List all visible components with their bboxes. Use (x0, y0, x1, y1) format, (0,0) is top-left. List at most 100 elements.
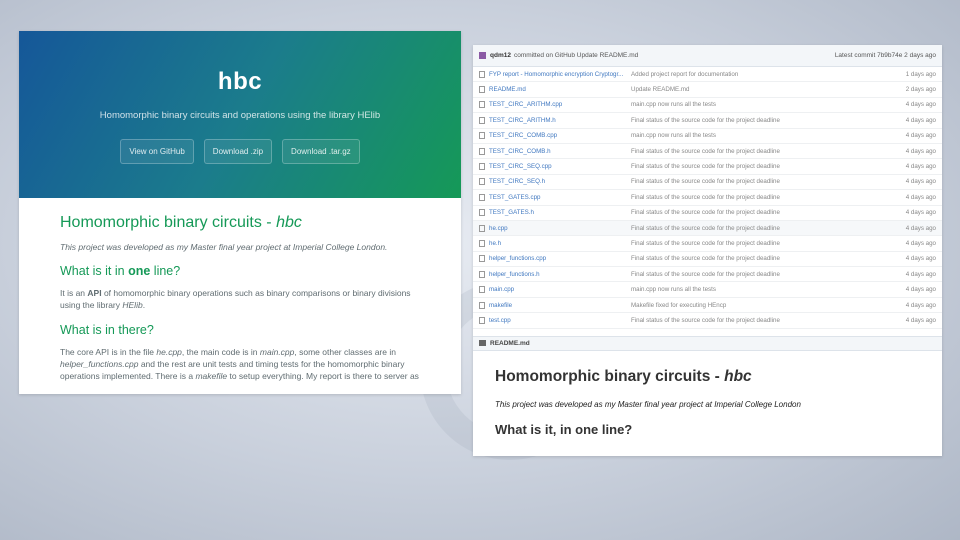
h2-text-end: line? (150, 264, 181, 278)
commit-message-link[interactable]: Update README.md (631, 86, 896, 93)
file-icon (479, 70, 485, 78)
content-heading-text: Homomorphic binary circuits - (60, 214, 277, 231)
commit-age: 4 days ago (905, 163, 936, 171)
repository-screenshot: qdm12 committed on GitHub Update README.… (473, 45, 942, 456)
page-content: Homomorphic binary circuits - hbc This p… (19, 198, 461, 382)
file-row[interactable]: TEST_CIRC_ARITHM.cpp main.cpp now runs al… (473, 98, 942, 114)
file-icon (479, 270, 485, 278)
readme-subheading: What is it, in one line? (495, 422, 920, 437)
latest-commit-info[interactable]: Latest commit 7b9b74e 2 days ago (835, 52, 936, 59)
file-row[interactable]: README.md Update README.md 2 days ago (473, 82, 942, 98)
readme-header: README.md (473, 335, 942, 351)
file-row[interactable]: FYP report - Homomorphic encryption Cryp… (473, 67, 942, 83)
commit-message-link[interactable]: Final status of the source code for the … (631, 194, 896, 201)
book-icon (479, 340, 486, 347)
commit-message-link[interactable]: Final status of the source code for the … (631, 209, 896, 216)
p2-i: to setup everything. My report is there … (227, 371, 419, 381)
header-buttons: View on GitHub Download .zip Download .t… (19, 139, 461, 164)
p1-em: HElib (122, 300, 143, 310)
commit-message-link[interactable]: main.cpp now runs all the tests (631, 286, 896, 293)
download-zip-button[interactable]: Download .zip (203, 139, 273, 164)
readme-subheading-end: line? (598, 421, 633, 437)
commit-message-link[interactable]: Final status of the source code for the … (631, 178, 896, 185)
file-name-link[interactable]: test.cpp (489, 317, 631, 324)
file-name-link[interactable]: TEST_CIRC_SEQ.h (489, 178, 631, 185)
section-heading-one-line: What is it in one line? (60, 264, 420, 278)
commit-message-link[interactable]: Final status of the source code for the … (631, 225, 896, 232)
file-name-link[interactable]: TEST_CIRC_COMB.cpp (489, 132, 631, 139)
file-row[interactable]: he.cpp Final status of the source code fo… (473, 220, 942, 237)
file-icon (479, 193, 485, 201)
commit-age: 1 days ago (905, 70, 936, 78)
file-icon (479, 239, 485, 247)
commit-age: 4 days ago (905, 101, 936, 109)
file-name-link[interactable]: he.cpp (489, 225, 631, 232)
commit-message-link[interactable]: Added project report for documentation (631, 71, 896, 78)
commit-text: committed on GitHub Update README.md (513, 52, 639, 59)
file-name-link[interactable]: helper_functions.cpp (489, 255, 631, 262)
view-on-github-button[interactable]: View on GitHub (120, 139, 194, 164)
file-row[interactable]: helper_functions.cpp Final status of the … (473, 252, 942, 268)
commit-age: 4 days ago (905, 193, 936, 201)
commit-message-link[interactable]: Final status of the source code for the … (631, 117, 896, 124)
file-name-link[interactable]: TEST_CIRC_SEQ.cpp (489, 163, 631, 170)
file-row[interactable]: TEST_CIRC_SEQ.h Final status of the sourc… (473, 175, 942, 191)
file-icon (479, 178, 485, 186)
p2-e: , some other classes are in (294, 347, 396, 357)
commit-message-link[interactable]: Final status of the source code for the … (631, 271, 896, 278)
project-title: hbc (217, 68, 263, 95)
file-name-link[interactable]: TEST_CIRC_ARITHM.h (489, 117, 631, 124)
content-heading: Homomorphic binary circuits - hbc (60, 214, 420, 232)
file-icon (479, 316, 485, 324)
h2-bold: one (128, 264, 151, 278)
commit-message-link[interactable]: Final status of the source code for the … (631, 240, 896, 247)
file-row[interactable]: he.h Final status of the source code for … (473, 236, 942, 252)
file-name-link[interactable]: TEST_GATES.h (489, 209, 631, 216)
readme-subheading-bold: one (575, 421, 599, 437)
p1-bold: API (87, 288, 102, 298)
file-name-link[interactable]: helper_functions.h (489, 271, 631, 278)
commit-age: 2 days ago (905, 86, 936, 94)
commit-author[interactable]: qdm12 (490, 52, 511, 59)
commit-message-link[interactable]: Final status of the source code for the … (631, 255, 896, 262)
file-name-link[interactable]: makefile (489, 302, 631, 309)
file-row[interactable]: TEST_GATES.h Final status of the source c… (473, 206, 942, 221)
p2-b: he.cpp (156, 347, 182, 357)
file-icon (479, 116, 485, 124)
file-row[interactable]: makefile Makefile fixed for executing HEn… (473, 298, 942, 314)
file-row[interactable]: TEST_GATES.cpp Final status of the source… (473, 190, 942, 206)
content-intro: This project was developed as my Master … (60, 242, 388, 252)
file-icon (479, 101, 485, 109)
file-name-link[interactable]: TEST_CIRC_ARITHM.cpp (489, 101, 631, 108)
commit-message-link[interactable]: main.cpp now runs all the tests (631, 101, 896, 108)
commit-age: 4 days ago (905, 209, 936, 217)
commit-age: 4 days ago (905, 270, 936, 278)
file-name-link[interactable]: he.h (489, 240, 631, 247)
content-heading-em: hbc (276, 214, 302, 231)
file-row[interactable]: test.cpp Final status of the source code … (473, 313, 942, 329)
file-name-link[interactable]: FYP report - Homomorphic encryption Cryp… (489, 71, 631, 78)
file-name-link[interactable]: TEST_CIRC_COMB.h (489, 148, 631, 155)
file-row[interactable]: TEST_CIRC_COMB.h Final status of the sour… (473, 144, 942, 160)
readme-heading-text: Homomorphic binary circuits - (495, 367, 725, 385)
download-targz-button[interactable]: Download .tar.gz (282, 139, 360, 164)
avatar[interactable] (479, 52, 486, 59)
readme-content: Homomorphic binary circuits - hbc This p… (473, 351, 942, 454)
file-name-link[interactable]: main.cpp (489, 286, 631, 293)
file-row[interactable]: TEST_CIRC_ARITHM.h Final status of the so… (473, 113, 942, 129)
file-name-link[interactable]: README.md (489, 86, 631, 93)
commit-message-link[interactable]: Final status of the source code for the … (631, 317, 896, 324)
file-name-link[interactable]: TEST_GATES.cpp (489, 194, 631, 201)
commit-message-link[interactable]: main.cpp now runs all the tests (631, 132, 896, 139)
p2-a: The core API is in the file (60, 347, 157, 357)
commit-message-link[interactable]: Makefile fixed for executing HEncp (631, 302, 896, 309)
file-row[interactable]: helper_functions.h Final status of the so… (473, 267, 942, 283)
file-row[interactable]: TEST_CIRC_SEQ.cpp Final status of the sou… (473, 159, 942, 175)
readme-intro: This project was developed as my Master … (495, 399, 801, 409)
file-row[interactable]: main.cpp main.cpp now runs all the tests 4… (473, 282, 942, 298)
h2-text: What is it in (60, 264, 129, 278)
commit-message-link[interactable]: Final status of the source code for the … (631, 163, 896, 170)
commit-message-link[interactable]: Final status of the source code for the … (631, 148, 896, 155)
file-row[interactable]: TEST_CIRC_COMB.cpp main.cpp now runs all … (473, 129, 942, 144)
file-icon (479, 132, 485, 140)
